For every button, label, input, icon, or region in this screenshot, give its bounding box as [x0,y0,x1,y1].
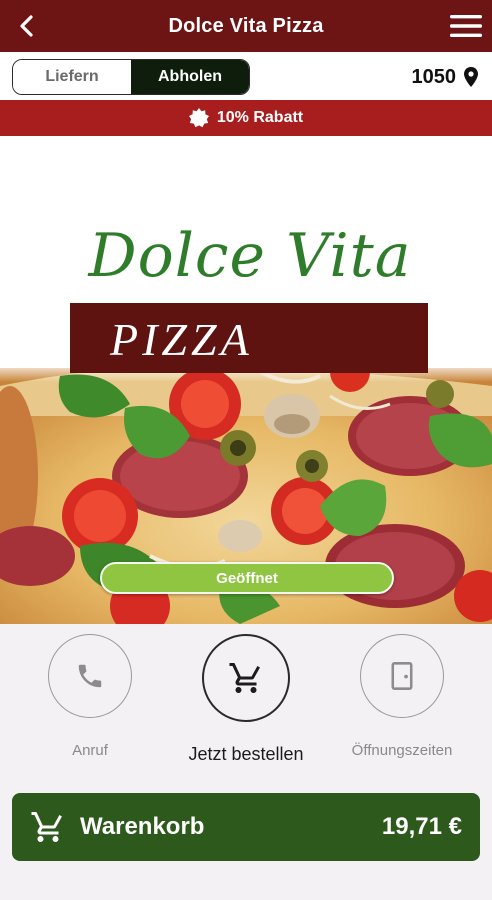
quick-actions: Anruf Jetzt bestellen Öffnungszeiten [0,624,492,784]
map-pin-icon [464,67,478,87]
cart-button[interactable]: Warenkorb 19,71 € [12,793,480,861]
page-title: Dolce Vita Pizza [168,14,324,37]
order-now-label: Jetzt bestellen [188,744,304,764]
hero-image: Dolce Vita PIZZA Geöffnet [0,136,492,624]
order-now-button[interactable] [202,634,290,722]
pizza-illustration [0,305,492,624]
toggle-liefern[interactable]: Liefern [13,60,131,94]
call-button[interactable] [48,634,132,718]
door-icon [391,662,413,690]
hamburger-menu-icon [450,15,482,37]
promo-label: 10% Rabatt [216,109,304,126]
promo-banner[interactable]: 10% Rabatt [0,100,492,136]
postal-code: 1050 [411,65,457,88]
call-action[interactable]: Anruf [15,634,165,759]
location-selector[interactable]: 1050 [411,64,478,90]
open-status-button[interactable]: Geöffnet [100,562,394,594]
back-button[interactable] [10,8,44,44]
cart-total: 19,71 € [381,813,462,840]
logo-word: PIZZA [110,314,253,365]
hours-action[interactable]: Öffnungszeiten [327,634,477,759]
phone-icon [78,664,102,688]
order-action[interactable]: Jetzt bestellen [171,634,321,765]
toggle-abholen[interactable]: Abholen [131,60,249,94]
opening-hours-button[interactable] [360,634,444,718]
badge-icon [188,108,209,128]
cart-icon [31,812,62,842]
app-header: Dolce Vita Pizza [0,0,492,52]
menu-button[interactable] [448,10,484,42]
logo-script: Dolce Vita [88,221,412,291]
cart-label: Warenkorb [80,813,205,840]
chevron-left-icon [20,15,33,37]
order-mode-toggle: Liefern Abholen [12,59,250,95]
cart-icon [229,663,260,693]
opening-hours-label: Öffnungszeiten [351,742,453,759]
call-label: Anruf [72,742,108,759]
order-options-bar: Liefern Abholen 1050 [0,52,492,100]
